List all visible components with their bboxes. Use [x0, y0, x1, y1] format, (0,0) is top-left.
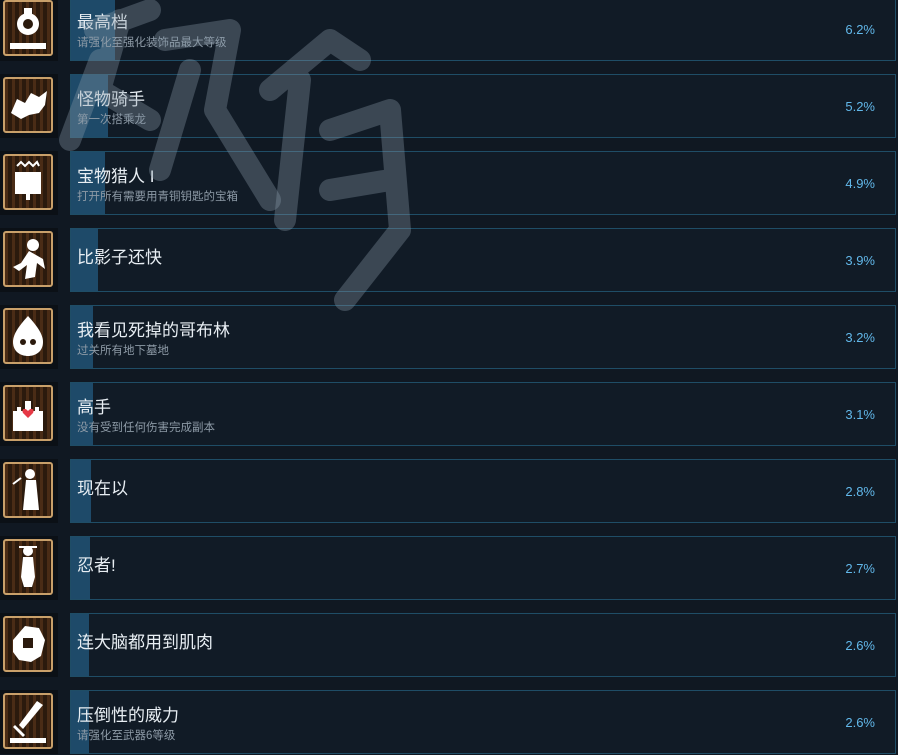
castle-heart-icon [3, 385, 53, 441]
achievement-icon-box [0, 305, 58, 369]
achievement-list: 最高档请强化至强化装饰品最大等级 6.2% 怪物骑手第一次搭乘龙 5.2% 宝物猎人 I… [0, 0, 898, 754]
achievement-title: 宝物猎人 I [77, 167, 155, 186]
achievement-row[interactable]: 现在以 2.8% [0, 459, 898, 524]
achievement-row[interactable]: 连大脑都用到肌肉 2.6% [0, 613, 898, 678]
sword-rank-icon [3, 693, 53, 749]
muscle-warrior-icon [3, 616, 53, 672]
achievement-card: 高手没有受到任何伤害完成副本 3.1% [70, 382, 896, 446]
achievement-title: 连大脑都用到肌肉 [77, 633, 213, 652]
achievement-title: 怪物骑手 [77, 90, 145, 109]
achievement-row[interactable]: 我看见死掉的哥布林过关所有地下墓地 3.2% [0, 305, 898, 370]
achievement-title: 比影子还快 [77, 248, 162, 267]
achievement-card: 我看见死掉的哥布林过关所有地下墓地 3.2% [70, 305, 896, 369]
achievement-description: 第一次搭乘龙 [77, 114, 146, 126]
unlock-percentage: 2.6% [845, 638, 875, 653]
achievement-description: 没有受到任何伤害完成副本 [77, 422, 215, 434]
goblin-ghost-icon [3, 308, 53, 364]
unlock-percentage: 3.9% [845, 253, 875, 268]
unlock-percentage: 2.8% [845, 484, 875, 499]
achievement-card: 怪物骑手第一次搭乘龙 5.2% [70, 74, 896, 138]
achievement-title: 压倒性的威力 [77, 706, 179, 725]
unlock-percentage: 3.1% [845, 407, 875, 422]
achievement-row[interactable]: 忍者! 2.7% [0, 536, 898, 601]
unlock-percentage: 5.2% [845, 99, 875, 114]
shadow-runner-icon [3, 231, 53, 287]
achievement-icon-box [0, 536, 58, 600]
ring-rank-icon [3, 0, 53, 56]
achievement-description: 请强化至强化装饰品最大等级 [77, 37, 227, 49]
achievement-row[interactable]: 宝物猎人 I 打开所有需要用青铜钥匙的宝箱 4.9% [0, 151, 898, 216]
treasure-chest-icon [3, 154, 53, 210]
achievement-row[interactable]: 比影子还快 3.9% [0, 228, 898, 293]
achievement-icon-box [0, 0, 58, 61]
achievement-row[interactable]: 高手没有受到任何伤害完成副本 3.1% [0, 382, 898, 447]
achievement-description: 过关所有地下墓地 [77, 345, 169, 357]
unlock-percentage: 4.9% [845, 176, 875, 191]
dragon-rider-icon [3, 77, 53, 133]
achievement-card: 连大脑都用到肌肉 2.6% [70, 613, 896, 677]
achievement-icon-box [0, 74, 58, 138]
achievement-title: 最高档 [77, 13, 128, 32]
achievement-icon-box [0, 690, 58, 754]
achievement-description: 打开所有需要用青铜钥匙的宝箱 [77, 191, 238, 203]
achievement-icon-box [0, 151, 58, 215]
achievement-card: 最高档请强化至强化装饰品最大等级 6.2% [70, 0, 896, 61]
achievement-icon-box [0, 228, 58, 292]
achievement-card: 比影子还快 3.9% [70, 228, 896, 292]
unlock-percentage: 6.2% [845, 22, 875, 37]
achievement-title: 我看见死掉的哥布林 [77, 321, 230, 340]
achievement-row[interactable]: 怪物骑手第一次搭乘龙 5.2% [0, 74, 898, 139]
achievement-card: 压倒性的威力请强化至武器6等级 2.6% [70, 690, 896, 754]
achievement-row[interactable]: 最高档请强化至强化装饰品最大等级 6.2% [0, 0, 898, 62]
achievement-icon-box [0, 459, 58, 523]
achievement-description: 请强化至武器6等级 [77, 730, 176, 742]
achievement-card: 现在以 2.8% [70, 459, 896, 523]
wizard-figure-icon [3, 462, 53, 518]
achievement-card: 忍者! 2.7% [70, 536, 896, 600]
achievement-card: 宝物猎人 I 打开所有需要用青铜钥匙的宝箱 4.9% [70, 151, 896, 215]
achievement-icon-box [0, 382, 58, 446]
achievement-title: 忍者! [77, 556, 116, 575]
achievement-title: 现在以 [77, 479, 128, 498]
ninja-figure-icon [3, 539, 53, 595]
achievement-title: 高手 [77, 398, 111, 417]
unlock-percentage: 2.7% [845, 561, 875, 576]
unlock-percentage: 2.6% [845, 715, 875, 730]
unlock-percentage: 3.2% [845, 330, 875, 345]
achievement-icon-box [0, 613, 58, 677]
achievement-row[interactable]: 压倒性的威力请强化至武器6等级 2.6% [0, 690, 898, 755]
